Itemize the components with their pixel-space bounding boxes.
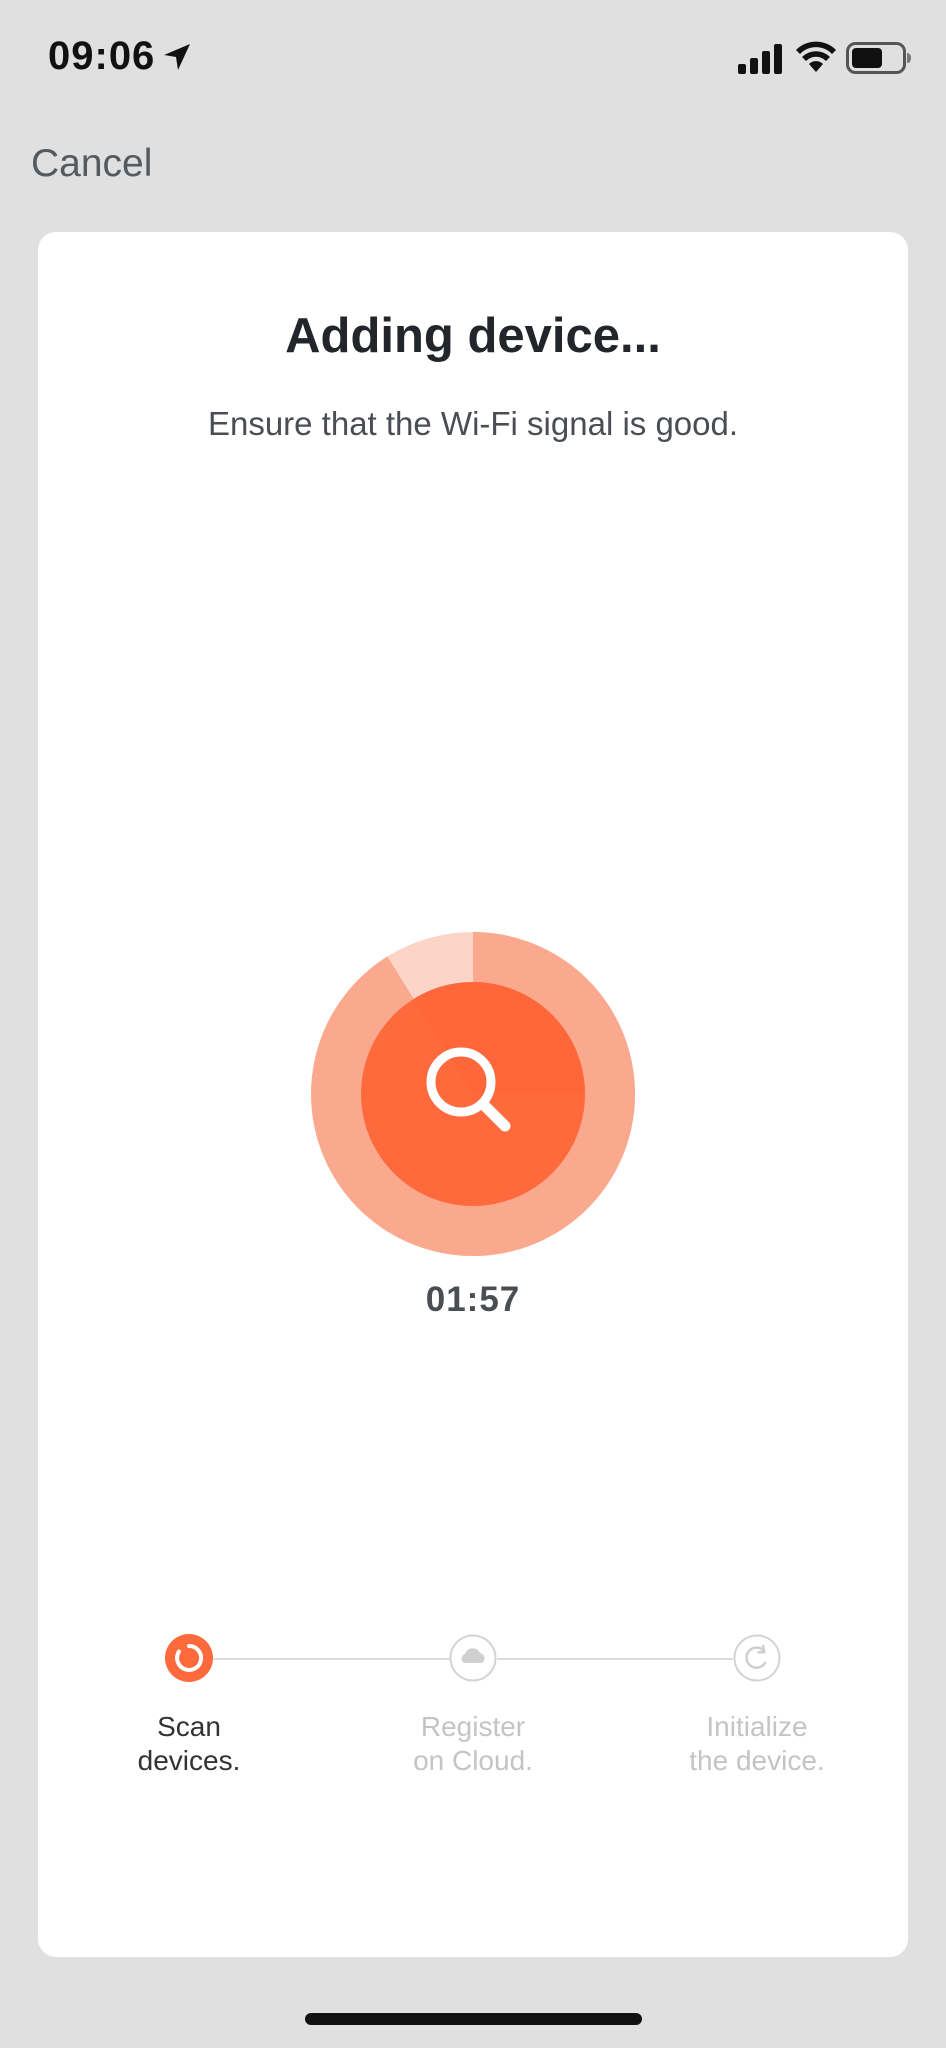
status-bar: 09:06 — [0, 0, 946, 112]
step-label-initialize: Initialize the device. — [627, 1710, 887, 1778]
progress-line — [497, 1658, 733, 1660]
step-label-scan: Scan devices. — [59, 1710, 319, 1778]
countdown-timer: 01:57 — [425, 1280, 521, 1319]
step-label-line: the device. — [689, 1745, 825, 1776]
battery-icon — [846, 42, 911, 74]
refresh-icon — [733, 1634, 781, 1682]
cellular-signal-icon — [738, 44, 782, 74]
step-label-line: Scan — [157, 1711, 221, 1742]
step-label-line: Register — [420, 1711, 526, 1742]
status-time: 09:06 — [48, 34, 156, 78]
cancel-button[interactable]: Cancel — [31, 142, 152, 186]
step-label-line: on Cloud. — [413, 1745, 533, 1776]
progress-line — [213, 1658, 451, 1660]
scanning-indicator — [311, 932, 635, 1256]
step-label-line: devices. — [137, 1745, 241, 1776]
location-arrow-icon — [164, 44, 190, 70]
step-label-line: Initialize — [706, 1711, 808, 1742]
page-subtitle: Ensure that the Wi-Fi signal is good. — [207, 405, 739, 442]
step-label-register: Register on Cloud. — [343, 1710, 603, 1778]
wifi-icon — [796, 41, 836, 72]
spinner-icon — [165, 1634, 213, 1682]
home-indicator[interactable] — [305, 2013, 642, 2025]
page-title: Adding device... — [285, 309, 661, 363]
cloud-icon — [449, 1634, 497, 1682]
